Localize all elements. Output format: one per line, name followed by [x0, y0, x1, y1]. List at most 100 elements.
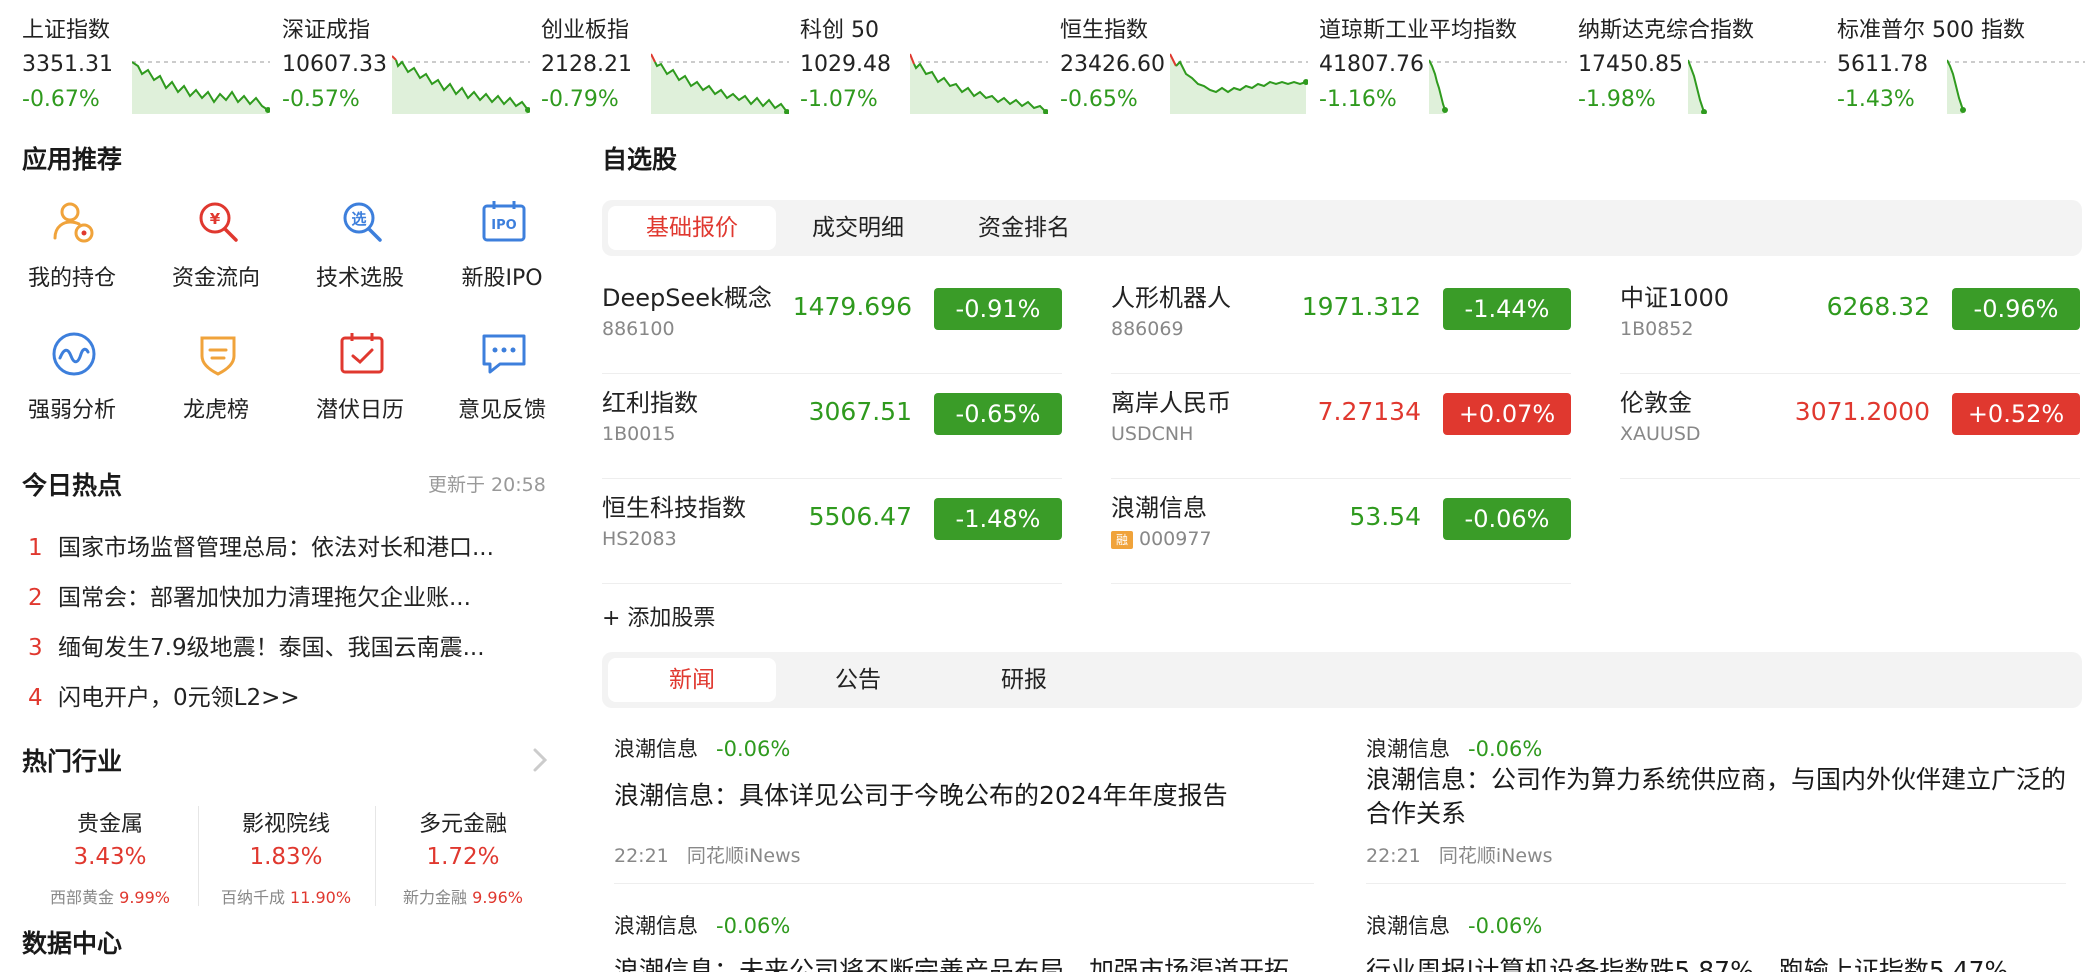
data-center-title: 数据中心 [22, 929, 123, 958]
index-name: 道琼斯工业平均指数 [1319, 18, 1518, 43]
watchlist-stock[interactable]: 人形机器人 886069 1971.312 -1.44% [1111, 270, 1571, 374]
stock-change-badge: -0.06% [1443, 498, 1571, 540]
tab-research[interactable]: 研报 [940, 658, 1108, 702]
index-change: -0.79% [541, 87, 619, 112]
news-item[interactable]: 浪潮信息 -0.06% 浪潮信息：具体详见公司于今晚公布的2024年年度报告 22… [614, 733, 1334, 884]
watchlist-stock[interactable]: DeepSeek概念 886100 1479.696 -0.91% [602, 270, 1062, 374]
stock-price: 3071.2000 [1794, 397, 1930, 426]
hot-rank: 4 [28, 685, 43, 711]
watchlist-stock[interactable]: 浪潮信息 融 000977 53.54 -0.06% [1111, 480, 1571, 584]
news-stock-tag: 浪潮信息 -0.06% [1366, 733, 1542, 763]
industry-name: 影视院线 [241, 812, 330, 837]
stock-price: 5506.47 [808, 502, 912, 531]
news-meta: 22:21 同花顺iNews [1366, 841, 1553, 868]
industry-name: 多元金融 [418, 812, 507, 837]
stock-change-badge: -0.96% [1952, 288, 2080, 330]
news-stock-change: -0.06% [716, 737, 791, 761]
industry-section-title: 热门行业 [22, 747, 123, 776]
tab-trade-detail[interactable]: 成交明细 [774, 206, 942, 250]
industry-leader: 西部黄金 9.99% [22, 884, 198, 908]
tab-announcements[interactable]: 公告 [774, 658, 942, 702]
news-stock-name: 浪潮信息 [1366, 914, 1450, 938]
index-sparkline [1170, 53, 1308, 114]
watchlist-stock[interactable]: 中证1000 1B0852 6268.32 -0.96% [1620, 270, 2080, 374]
news-item[interactable]: 浪潮信息 -0.06% 浪潮信息：未来公司将不断完善产品布局，加强市场渠道开拓 [614, 910, 1334, 972]
tab-news[interactable]: 新闻 [608, 658, 776, 702]
tab-fund-ranking[interactable]: 资金排名 [940, 206, 1108, 250]
app-new-ipo[interactable]: IPO 新股IPO [442, 198, 562, 308]
stock-name: 离岸人民币 [1111, 389, 1231, 417]
industry-item[interactable]: 多元金融 1.72% 新力金融 9.96% [375, 800, 551, 910]
watchlist-stock[interactable]: 红利指数 1B0015 3067.51 -0.65% [602, 375, 1062, 479]
index-card-chinext[interactable]: 创业板指 2128.21 -0.79% [541, 8, 791, 118]
index-card-shenzhen[interactable]: 深证成指 10607.33 -0.57% [282, 8, 532, 118]
news-title: 浪潮信息：公司作为算力系统供应商，与国内外伙伴建立广泛的合作关系 [1366, 765, 2067, 828]
index-card-nasdaq[interactable]: 纳斯达克综合指数 17450.85 -1.98% [1578, 8, 1828, 118]
leader-pct: 11.90% [290, 888, 352, 907]
feedback-chat-icon [482, 334, 526, 374]
index-card-sp500[interactable]: 标准普尔 500 指数 5611.78 -1.43% [1837, 8, 2086, 118]
index-change: -0.65% [1060, 87, 1138, 112]
index-price: 23426.60 [1060, 52, 1165, 77]
app-strength-analysis[interactable]: 强弱分析 [12, 330, 132, 440]
app-tech-stock-pick[interactable]: 选 技术选股 [300, 198, 420, 308]
watchlist-stock[interactable]: 恒生科技指数 HS2083 5506.47 -1.48% [602, 480, 1062, 584]
stock-change-badge: -1.44% [1443, 288, 1571, 330]
stock-code: 1B0852 [1620, 318, 1694, 340]
index-ticker-strip: 上证指数 3351.31 -0.67% 深证成指 10607.33 -0.57%… [0, 0, 2086, 120]
news-time: 22:21 [614, 845, 669, 867]
chevron-right-icon[interactable] [530, 746, 550, 774]
industry-leader: 新力金融 9.96% [375, 884, 551, 908]
hot-text: 闪电开户，0元领L2>> [58, 685, 300, 711]
add-stock-button[interactable]: + 添加股票 [602, 600, 715, 632]
index-price: 17450.85 [1578, 52, 1683, 77]
app-dragon-tiger[interactable]: 龙虎榜 [156, 330, 276, 440]
index-change: -0.67% [22, 87, 100, 112]
index-change: -1.98% [1578, 87, 1656, 112]
app-latent-calendar[interactable]: 潜伏日历 [300, 330, 420, 440]
dragon-tiger-badge-icon [200, 336, 236, 376]
index-card-hangseng[interactable]: 恒生指数 23426.60 -0.65% [1060, 8, 1310, 118]
index-name: 创业板指 [541, 18, 630, 43]
index-card-shanghai[interactable]: 上证指数 3351.31 -0.67% [22, 8, 272, 118]
hot-item[interactable]: 1 国家市场监督管理总局：依法对长和港口... [28, 528, 558, 564]
industry-name: 贵金属 [76, 812, 143, 837]
index-change: -0.57% [282, 87, 360, 112]
hot-rank: 2 [28, 585, 43, 611]
leader-name: 西部黄金 [50, 888, 115, 907]
news-item[interactable]: 浪潮信息 -0.06% 浪潮信息：公司作为算力系统供应商，与国内外伙伴建立广泛的合… [1366, 733, 2086, 884]
industry-item[interactable]: 影视院线 1.83% 百纳千成 11.90% [198, 800, 374, 910]
app-money-flow[interactable]: ¥ 资金流向 [156, 198, 276, 308]
leader-name: 新力金融 [403, 888, 468, 907]
hot-item[interactable]: 4 闪电开户，0元领L2>> [28, 678, 558, 714]
watchlist-stock[interactable]: 离岸人民币 USDCNH 7.27134 +0.07% [1111, 375, 1571, 479]
index-card-dow[interactable]: 道琼斯工业平均指数 41807.76 -1.16% [1319, 8, 1569, 118]
index-name: 深证成指 [282, 18, 371, 43]
news-stock-change: -0.06% [1468, 914, 1543, 938]
stock-name: 人形机器人 [1111, 284, 1231, 312]
watchlist-stock[interactable]: 伦敦金 XAUUSD 3071.2000 +0.52% [1620, 375, 2080, 479]
index-name: 标准普尔 500 指数 [1837, 18, 2025, 43]
hot-item[interactable]: 2 国常会：部署加快加力清理拖欠企业账... [28, 578, 558, 614]
news-item[interactable]: 浪潮信息 -0.06% 行业周报|计算机设备指数跌5.87%，跑输上证指数5.47… [1366, 910, 2086, 972]
app-feedback[interactable]: 意见反馈 [442, 330, 562, 440]
tab-basic-quote[interactable]: 基础报价 [608, 206, 776, 250]
hot-item[interactable]: 3 缅甸发生7.9级地震！泰国、我国云南震... [28, 628, 558, 664]
index-card-star50[interactable]: 科创 50 1029.48 -1.07% [800, 8, 1050, 118]
leader-pct: 9.99% [119, 888, 170, 907]
stock-name: 红利指数 [602, 389, 698, 417]
index-price: 41807.76 [1319, 52, 1424, 77]
news-stock-tag: 浪潮信息 -0.06% [1366, 910, 1542, 940]
stock-change-badge: +0.07% [1443, 393, 1571, 435]
svg-text:¥: ¥ [210, 210, 221, 228]
index-sparkline [1429, 59, 1567, 114]
industry-item[interactable]: 贵金属 3.43% 西部黄金 9.99% [22, 800, 198, 910]
svg-text:IPO: IPO [491, 218, 516, 233]
hot-text: 国家市场监督管理总局：依法对长和港口... [58, 535, 494, 561]
hot-rank: 3 [28, 635, 43, 661]
index-change: -1.16% [1319, 87, 1397, 112]
news-stock-change: -0.06% [716, 914, 791, 938]
stock-price: 3067.51 [808, 397, 912, 426]
app-my-holdings[interactable]: 我的持仓 [12, 198, 132, 308]
stock-change-badge: -0.65% [934, 393, 1062, 435]
